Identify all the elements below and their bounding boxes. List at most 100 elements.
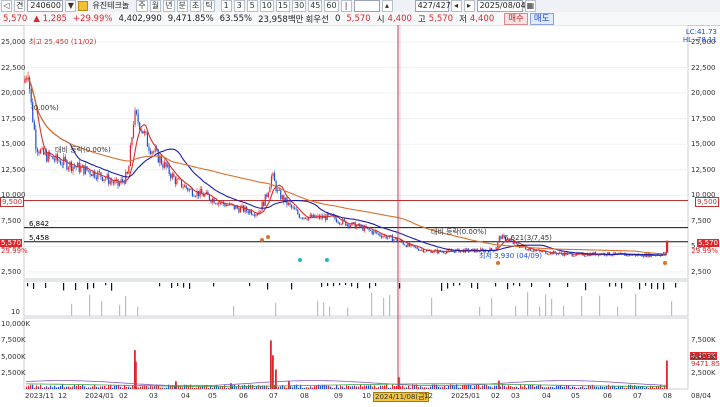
candle-body xyxy=(50,156,52,158)
candle-body xyxy=(379,233,381,236)
volume-bar xyxy=(578,387,580,389)
symbol-search-button[interactable]: ▼ xyxy=(65,0,77,12)
sub-indicator-panel xyxy=(23,280,689,317)
volume-bar xyxy=(444,386,446,389)
volume-bar xyxy=(130,387,132,389)
volume-bar xyxy=(38,386,40,389)
pct-annotation-3: 대비 등락(0.00%) xyxy=(431,228,487,236)
volume-spike xyxy=(498,380,500,389)
range-input[interactable]: 427/427 xyxy=(414,0,451,12)
volume-bar xyxy=(482,385,484,389)
volume-bar xyxy=(618,386,620,389)
volume-bar xyxy=(254,387,256,389)
range-prev-button[interactable]: ◂ xyxy=(450,0,462,12)
sub-indicator-bar xyxy=(93,283,95,289)
candle-body xyxy=(546,253,548,255)
volume-bar xyxy=(138,387,140,389)
sub-indicator-bar-gray xyxy=(599,295,601,316)
candle-body xyxy=(91,174,93,177)
volume-bar xyxy=(112,387,114,389)
candle-body xyxy=(235,205,237,210)
tab-minute[interactable]: 분 xyxy=(176,0,188,12)
buy-button[interactable]: 매수 xyxy=(504,12,528,25)
candle-body xyxy=(41,148,43,150)
tab-monthly[interactable]: 월 xyxy=(149,0,162,12)
candle-body xyxy=(337,222,339,224)
volume-bar xyxy=(142,386,144,389)
volume-bar xyxy=(634,385,636,389)
sub-indicator-bar xyxy=(477,283,479,289)
volume-spike xyxy=(398,377,400,389)
pct-tag-left: 29.99% xyxy=(1,247,28,255)
volume-bar xyxy=(402,385,404,389)
volume-bar xyxy=(148,387,150,389)
open-value: 4,400 xyxy=(387,13,412,24)
volume-bar xyxy=(524,385,526,389)
date-input[interactable]: 2025/08/04 xyxy=(476,0,526,12)
price-change-pct: +29.99% xyxy=(72,13,113,24)
stock-chart[interactable]: 25,000 22,500 20,000 17,500 15,000 12,500 10,0… xyxy=(0,24,720,404)
volume-bar xyxy=(96,386,98,389)
interval-1-button[interactable]: 1 xyxy=(220,0,232,12)
calendar-icon[interactable]: ▦ xyxy=(524,0,537,12)
volume-bar xyxy=(470,385,472,389)
interval-30-button[interactable]: 30 xyxy=(292,0,307,12)
candle-body xyxy=(117,179,119,186)
interval-up-button[interactable]: ▴ xyxy=(381,0,393,12)
volume-bar xyxy=(604,387,606,389)
candle-body xyxy=(456,248,459,250)
volume-bar xyxy=(378,387,380,389)
volume-bar xyxy=(586,387,588,389)
price-panel xyxy=(23,24,689,280)
range-next-button[interactable]: ▸ xyxy=(463,0,475,12)
high-value: 5,570 xyxy=(428,13,454,24)
volume-bar xyxy=(258,385,260,389)
tab-yearly[interactable]: 년 xyxy=(163,0,175,12)
symbol-code-input[interactable]: 240600 xyxy=(27,0,64,12)
interval-15-button[interactable]: 15 xyxy=(275,0,290,12)
interval-3-button[interactable]: 3 xyxy=(233,0,245,12)
volume-bar xyxy=(380,385,382,389)
time-tick: 12 xyxy=(424,392,433,400)
volume-bar xyxy=(626,387,628,389)
sub-indicator-bar xyxy=(87,283,89,290)
candle-body xyxy=(380,235,383,238)
tab-tick[interactable]: 틱 xyxy=(203,0,215,12)
interval-5-button[interactable]: 5 xyxy=(246,0,258,12)
candle-body xyxy=(404,244,406,246)
candle-body xyxy=(261,201,263,211)
candle-body xyxy=(109,180,111,184)
hline-label-5458: 5,458 xyxy=(29,234,50,242)
volume-bar xyxy=(560,385,562,389)
candle-body xyxy=(393,239,395,242)
sub-indicator-bar xyxy=(609,283,611,287)
interval-custom-button[interactable]: | xyxy=(340,0,352,12)
period-type-button[interactable]: 견 xyxy=(14,0,26,12)
sub-indicator-bar xyxy=(495,283,497,287)
chart-canvas[interactable] xyxy=(0,24,720,404)
hl-readout: HL:-78.11 xyxy=(682,36,717,44)
candle-body xyxy=(122,179,124,181)
interval-45-button[interactable]: 45 xyxy=(308,0,323,12)
sub-indicator-bar xyxy=(657,283,659,290)
sub-indicator-bar-gray xyxy=(101,301,103,316)
current-price: 5,570 xyxy=(3,13,28,24)
sub-indicator-bar-gray xyxy=(563,305,565,316)
prev-arrow-button[interactable]: ◁ xyxy=(1,0,12,12)
volume-bar xyxy=(530,384,532,389)
volume-bar xyxy=(598,387,600,389)
price-tick-right: 2,500 xyxy=(691,268,712,276)
volume-bar xyxy=(152,386,154,389)
interval-custom-input[interactable] xyxy=(353,0,380,12)
sell-button[interactable]: 매도 xyxy=(529,12,554,25)
interval-60-button[interactable]: 60 xyxy=(324,0,339,12)
tab-second[interactable]: 초 xyxy=(189,0,202,12)
price-tick-right: 15,000 xyxy=(691,140,716,149)
tab-weekly[interactable]: 주 xyxy=(136,0,148,12)
volume-bar xyxy=(450,384,452,389)
volume-bar xyxy=(648,387,650,389)
interval-10-button[interactable]: 10 xyxy=(259,0,274,12)
volume-bar xyxy=(600,386,602,389)
volume-bar xyxy=(94,384,96,389)
candle-body xyxy=(112,182,114,184)
